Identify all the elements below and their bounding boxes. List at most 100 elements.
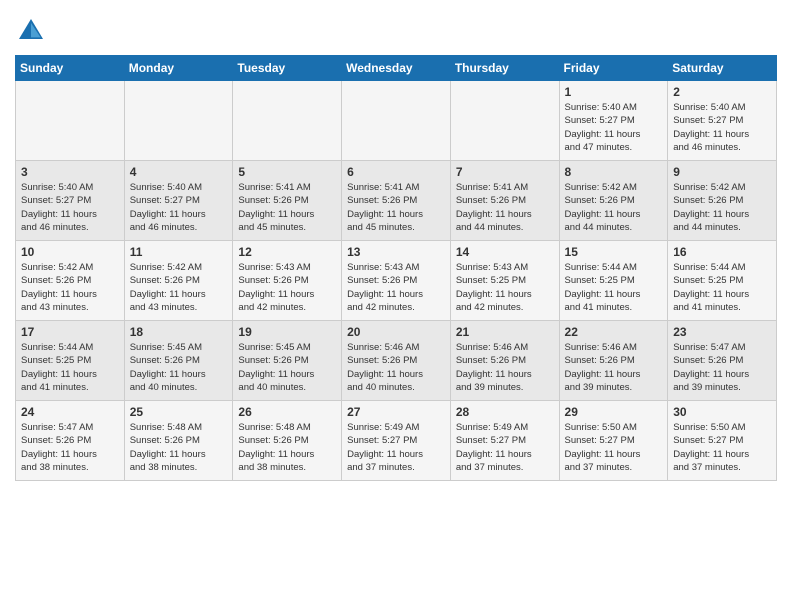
- day-info: Sunrise: 5:41 AM Sunset: 5:26 PM Dayligh…: [238, 181, 336, 234]
- day-number: 1: [565, 85, 663, 99]
- day-number: 8: [565, 165, 663, 179]
- day-cell: 22 Sunrise: 5:46 AM Sunset: 5:26 PM Dayli…: [559, 321, 668, 401]
- day-cell: 10 Sunrise: 5:42 AM Sunset: 5:26 PM Dayli…: [16, 241, 125, 321]
- weekday-header-saturday: Saturday: [668, 56, 777, 81]
- day-number: 30: [673, 405, 771, 419]
- day-number: 7: [456, 165, 554, 179]
- week-row-2: 3 Sunrise: 5:40 AM Sunset: 5:27 PM Daylig…: [16, 161, 777, 241]
- day-number: 10: [21, 245, 119, 259]
- day-info: Sunrise: 5:40 AM Sunset: 5:27 PM Dayligh…: [21, 181, 119, 234]
- calendar: SundayMondayTuesdayWednesdayThursdayFrid…: [15, 55, 777, 481]
- day-info: Sunrise: 5:41 AM Sunset: 5:26 PM Dayligh…: [347, 181, 445, 234]
- day-cell: [124, 81, 233, 161]
- day-cell: 20 Sunrise: 5:46 AM Sunset: 5:26 PM Dayli…: [342, 321, 451, 401]
- day-info: Sunrise: 5:46 AM Sunset: 5:26 PM Dayligh…: [456, 341, 554, 394]
- day-info: Sunrise: 5:40 AM Sunset: 5:27 PM Dayligh…: [565, 101, 663, 154]
- day-number: 18: [130, 325, 228, 339]
- day-cell: 13 Sunrise: 5:43 AM Sunset: 5:26 PM Dayli…: [342, 241, 451, 321]
- day-number: 14: [456, 245, 554, 259]
- day-cell: 21 Sunrise: 5:46 AM Sunset: 5:26 PM Dayli…: [450, 321, 559, 401]
- day-number: 23: [673, 325, 771, 339]
- day-info: Sunrise: 5:40 AM Sunset: 5:27 PM Dayligh…: [130, 181, 228, 234]
- day-cell: 29 Sunrise: 5:50 AM Sunset: 5:27 PM Dayli…: [559, 401, 668, 481]
- day-info: Sunrise: 5:46 AM Sunset: 5:26 PM Dayligh…: [347, 341, 445, 394]
- weekday-header-monday: Monday: [124, 56, 233, 81]
- day-cell: [16, 81, 125, 161]
- day-info: Sunrise: 5:42 AM Sunset: 5:26 PM Dayligh…: [21, 261, 119, 314]
- day-info: Sunrise: 5:48 AM Sunset: 5:26 PM Dayligh…: [238, 421, 336, 474]
- day-cell: 1 Sunrise: 5:40 AM Sunset: 5:27 PM Daylig…: [559, 81, 668, 161]
- day-info: Sunrise: 5:48 AM Sunset: 5:26 PM Dayligh…: [130, 421, 228, 474]
- day-number: 6: [347, 165, 445, 179]
- day-info: Sunrise: 5:40 AM Sunset: 5:27 PM Dayligh…: [673, 101, 771, 154]
- day-number: 9: [673, 165, 771, 179]
- day-number: 29: [565, 405, 663, 419]
- day-cell: 27 Sunrise: 5:49 AM Sunset: 5:27 PM Dayli…: [342, 401, 451, 481]
- day-number: 13: [347, 245, 445, 259]
- day-cell: 6 Sunrise: 5:41 AM Sunset: 5:26 PM Daylig…: [342, 161, 451, 241]
- week-row-1: 1 Sunrise: 5:40 AM Sunset: 5:27 PM Daylig…: [16, 81, 777, 161]
- day-info: Sunrise: 5:42 AM Sunset: 5:26 PM Dayligh…: [673, 181, 771, 234]
- day-info: Sunrise: 5:44 AM Sunset: 5:25 PM Dayligh…: [565, 261, 663, 314]
- day-cell: 5 Sunrise: 5:41 AM Sunset: 5:26 PM Daylig…: [233, 161, 342, 241]
- day-cell: [233, 81, 342, 161]
- day-cell: 19 Sunrise: 5:45 AM Sunset: 5:26 PM Dayli…: [233, 321, 342, 401]
- day-number: 3: [21, 165, 119, 179]
- day-number: 15: [565, 245, 663, 259]
- weekday-header-thursday: Thursday: [450, 56, 559, 81]
- day-cell: 16 Sunrise: 5:44 AM Sunset: 5:25 PM Dayli…: [668, 241, 777, 321]
- day-cell: 24 Sunrise: 5:47 AM Sunset: 5:26 PM Dayli…: [16, 401, 125, 481]
- day-number: 5: [238, 165, 336, 179]
- week-row-4: 17Sunrise: 5:44 AM Sunset: 5:25 PM Dayli…: [16, 321, 777, 401]
- day-info: Sunrise: 5:49 AM Sunset: 5:27 PM Dayligh…: [456, 421, 554, 474]
- header: [15, 10, 777, 47]
- day-cell: 17Sunrise: 5:44 AM Sunset: 5:25 PM Dayli…: [16, 321, 125, 401]
- day-info: Sunrise: 5:42 AM Sunset: 5:26 PM Dayligh…: [130, 261, 228, 314]
- day-info: Sunrise: 5:44 AM Sunset: 5:25 PM Dayligh…: [673, 261, 771, 314]
- day-number: 16: [673, 245, 771, 259]
- day-info: Sunrise: 5:50 AM Sunset: 5:27 PM Dayligh…: [565, 421, 663, 474]
- day-info: Sunrise: 5:41 AM Sunset: 5:26 PM Dayligh…: [456, 181, 554, 234]
- day-info: Sunrise: 5:49 AM Sunset: 5:27 PM Dayligh…: [347, 421, 445, 474]
- day-cell: 26Sunrise: 5:48 AM Sunset: 5:26 PM Dayli…: [233, 401, 342, 481]
- weekday-header-tuesday: Tuesday: [233, 56, 342, 81]
- day-number: 4: [130, 165, 228, 179]
- day-cell: 30 Sunrise: 5:50 AM Sunset: 5:27 PM Dayli…: [668, 401, 777, 481]
- day-cell: 15 Sunrise: 5:44 AM Sunset: 5:25 PM Dayli…: [559, 241, 668, 321]
- day-number: 20: [347, 325, 445, 339]
- day-info: Sunrise: 5:43 AM Sunset: 5:26 PM Dayligh…: [347, 261, 445, 314]
- weekday-header-friday: Friday: [559, 56, 668, 81]
- day-cell: 28 Sunrise: 5:49 AM Sunset: 5:27 PM Dayli…: [450, 401, 559, 481]
- day-number: 19: [238, 325, 336, 339]
- day-cell: 11 Sunrise: 5:42 AM Sunset: 5:26 PM Dayli…: [124, 241, 233, 321]
- logo: [15, 15, 49, 47]
- day-info: Sunrise: 5:46 AM Sunset: 5:26 PM Dayligh…: [565, 341, 663, 394]
- day-cell: 4 Sunrise: 5:40 AM Sunset: 5:27 PM Daylig…: [124, 161, 233, 241]
- day-number: 12: [238, 245, 336, 259]
- day-number: 24: [21, 405, 119, 419]
- day-cell: 14 Sunrise: 5:43 AM Sunset: 5:25 PM Dayli…: [450, 241, 559, 321]
- day-number: 22: [565, 325, 663, 339]
- day-cell: 25Sunrise: 5:48 AM Sunset: 5:26 PM Dayli…: [124, 401, 233, 481]
- day-info: Sunrise: 5:42 AM Sunset: 5:26 PM Dayligh…: [565, 181, 663, 234]
- weekday-header-sunday: Sunday: [16, 56, 125, 81]
- week-row-5: 24 Sunrise: 5:47 AM Sunset: 5:26 PM Dayli…: [16, 401, 777, 481]
- day-info: Sunrise: 5:43 AM Sunset: 5:25 PM Dayligh…: [456, 261, 554, 314]
- day-info: Sunrise: 5:50 AM Sunset: 5:27 PM Dayligh…: [673, 421, 771, 474]
- day-info: Sunrise: 5:45 AM Sunset: 5:26 PM Dayligh…: [130, 341, 228, 394]
- day-cell: 12Sunrise: 5:43 AM Sunset: 5:26 PM Dayli…: [233, 241, 342, 321]
- calendar-header: SundayMondayTuesdayWednesdayThursdayFrid…: [16, 56, 777, 81]
- day-number: 28: [456, 405, 554, 419]
- day-cell: 23Sunrise: 5:47 AM Sunset: 5:26 PM Dayli…: [668, 321, 777, 401]
- day-info: Sunrise: 5:47 AM Sunset: 5:26 PM Dayligh…: [21, 421, 119, 474]
- day-number: 11: [130, 245, 228, 259]
- day-cell: 18 Sunrise: 5:45 AM Sunset: 5:26 PM Dayli…: [124, 321, 233, 401]
- weekday-row: SundayMondayTuesdayWednesdayThursdayFrid…: [16, 56, 777, 81]
- day-cell: [450, 81, 559, 161]
- day-cell: 2Sunrise: 5:40 AM Sunset: 5:27 PM Daylig…: [668, 81, 777, 161]
- day-info: Sunrise: 5:45 AM Sunset: 5:26 PM Dayligh…: [238, 341, 336, 394]
- day-number: 27: [347, 405, 445, 419]
- day-number: 21: [456, 325, 554, 339]
- day-info: Sunrise: 5:44 AM Sunset: 5:25 PM Dayligh…: [21, 341, 119, 394]
- week-row-3: 10 Sunrise: 5:42 AM Sunset: 5:26 PM Dayli…: [16, 241, 777, 321]
